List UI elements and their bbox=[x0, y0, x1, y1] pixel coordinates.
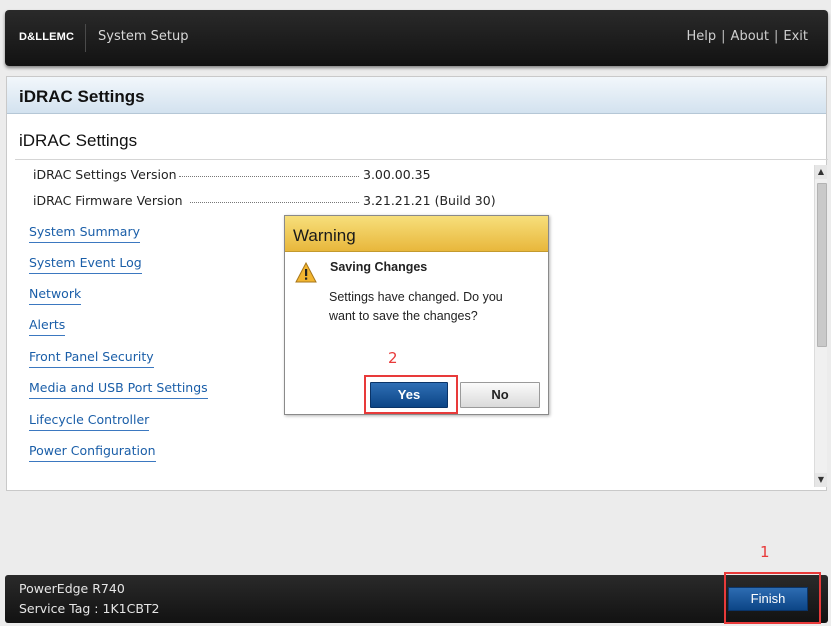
warning-triangle-icon bbox=[295, 262, 317, 283]
dialog-header: Warning bbox=[285, 216, 548, 252]
no-button[interactable]: No bbox=[460, 382, 540, 408]
top-header-bar: D&LLEMC System Setup Help | About | Exit bbox=[5, 10, 828, 66]
model-name: PowerEdge R740 bbox=[19, 581, 125, 596]
help-link[interactable]: Help bbox=[687, 29, 717, 44]
nav-link-lifecycle-controller[interactable]: Lifecycle Controller bbox=[29, 412, 150, 431]
header-links: Help | About | Exit bbox=[687, 29, 808, 44]
panel-title: iDRAC Settings bbox=[19, 87, 145, 106]
header-divider bbox=[85, 24, 86, 52]
app-title: System Setup bbox=[98, 29, 189, 44]
settings-version-label: iDRAC Settings Version bbox=[33, 167, 177, 182]
scrollbar-thumb[interactable] bbox=[817, 183, 827, 347]
dialog-subtitle: Saving Changes bbox=[330, 260, 428, 274]
panel-header: iDRAC Settings bbox=[7, 77, 826, 114]
firmware-version-value: 3.21.21.21 (Build 30) bbox=[363, 193, 496, 208]
footer-bar: PowerEdge R740 Service Tag : 1K1CBT2 Fin… bbox=[5, 575, 828, 623]
dellemc-logo: D&LLEMC bbox=[19, 31, 75, 43]
nav-link-alerts[interactable]: Alerts bbox=[29, 317, 66, 336]
scroll-down-icon[interactable]: ▼ bbox=[815, 473, 827, 487]
dotted-leader bbox=[190, 202, 359, 203]
nav-link-network[interactable]: Network bbox=[29, 286, 82, 305]
settings-version-value: 3.00.00.35 bbox=[363, 167, 431, 182]
nav-link-media-usb-settings[interactable]: Media and USB Port Settings bbox=[29, 380, 208, 399]
system-setup-screen: D&LLEMC System Setup Help | About | Exit iDR… bbox=[0, 0, 831, 626]
scroll-up-icon[interactable]: ▲ bbox=[815, 165, 827, 179]
section-divider bbox=[15, 159, 828, 160]
nav-link-system-event-log[interactable]: System Event Log bbox=[29, 255, 142, 274]
link-separator: | bbox=[773, 29, 779, 44]
nav-link-system-summary[interactable]: System Summary bbox=[29, 224, 140, 243]
firmware-version-label: iDRAC Firmware Version bbox=[33, 193, 183, 208]
annotation-box-yes bbox=[364, 375, 458, 414]
annotation-step-2: 2 bbox=[388, 349, 398, 367]
about-link[interactable]: About bbox=[731, 29, 769, 44]
annotation-step-1: 1 bbox=[760, 543, 770, 561]
nav-link-power-configuration[interactable]: Power Configuration bbox=[29, 443, 156, 462]
dialog-title: Warning bbox=[293, 226, 356, 245]
service-tag: Service Tag : 1K1CBT2 bbox=[19, 601, 160, 616]
annotation-box-finish bbox=[724, 572, 821, 624]
exit-link[interactable]: Exit bbox=[783, 29, 808, 44]
vertical-scrollbar[interactable]: ▲ ▼ bbox=[814, 165, 827, 487]
section-title: iDRAC Settings bbox=[19, 131, 138, 150]
link-separator: | bbox=[721, 29, 726, 44]
dotted-leader bbox=[179, 176, 359, 177]
dialog-message: Settings have changed. Do you want to sa… bbox=[329, 290, 503, 323]
nav-link-front-panel-security[interactable]: Front Panel Security bbox=[29, 349, 154, 368]
